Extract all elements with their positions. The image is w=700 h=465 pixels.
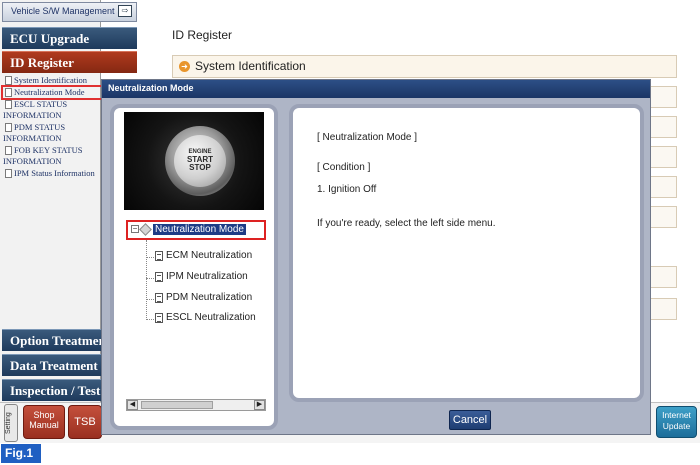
arrow-right-icon: ➜ <box>179 61 190 72</box>
sidebar-item-system-identification[interactable]: System Identification <box>3 75 101 86</box>
figure-label: Fig.1 <box>1 444 41 463</box>
document-icon <box>5 100 12 109</box>
page-title: ID Register <box>172 28 233 42</box>
tree-item-pdm-neutralization[interactable]: PDM Neutralization <box>146 292 271 306</box>
info-ignition-off: 1. Ignition Off <box>317 184 377 195</box>
menu-id-register[interactable]: ID Register <box>2 51 137 73</box>
system-identification-label: System Identification <box>195 59 306 73</box>
sidebar-item-fob-key-status[interactable]: FOB KEY STATUS INFORMATION <box>3 145 101 167</box>
tree-item-ecm-neutralization[interactable]: ECM Neutralization <box>146 250 271 264</box>
tree-root-neutralization-mode[interactable]: − Neutralization Mode <box>126 220 266 240</box>
sidebar-item-escl-status[interactable]: ESCL STATUS INFORMATION <box>3 99 101 121</box>
dialog-info-panel: [ Neutralization Mode ] [ Condition ] 1.… <box>289 104 644 402</box>
vehicle-sw-management-item[interactable]: Vehicle S/W Management ⇨ <box>2 2 137 22</box>
info-condition: [ Condition ] <box>317 162 371 173</box>
sidebar-item-neutralization-mode[interactable]: Neutralization Mode <box>1 85 103 100</box>
tsb-button[interactable]: TSB <box>68 405 102 439</box>
shop-manual-button[interactable]: Shop Manual <box>23 405 65 439</box>
neutralization-tree: − Neutralization Mode ECM Neutralization … <box>126 220 266 420</box>
cancel-button[interactable]: Cancel <box>449 410 491 430</box>
setting-tab[interactable]: Setting <box>4 404 18 442</box>
document-icon <box>5 146 12 155</box>
tree-item-ipm-neutralization[interactable]: IPM Neutralization <box>146 271 271 285</box>
tree-item-escl-neutralization[interactable]: ESCL Neutralization <box>146 312 271 326</box>
scroll-right-icon[interactable]: ▶ <box>254 400 265 410</box>
folder-diamond-icon <box>139 222 152 236</box>
scrollbar-thumb[interactable] <box>141 401 213 409</box>
dialog-title: Neutralization Mode <box>102 80 650 98</box>
document-icon <box>5 123 12 132</box>
document-icon <box>5 169 12 178</box>
sidebar-item-pdm-status[interactable]: PDM STATUS INFORMATION <box>3 122 101 144</box>
system-identification-row[interactable]: ➜ System Identification <box>172 55 677 78</box>
internet-update-button[interactable]: Internet Update <box>656 406 697 438</box>
document-icon <box>155 251 163 261</box>
horizontal-scrollbar[interactable]: ◀ ▶ <box>126 399 266 411</box>
info-instruction: If you're ready, select the left side me… <box>317 218 496 229</box>
document-icon <box>5 76 12 85</box>
sidebar-item-ipm-status[interactable]: IPM Status Information <box>3 168 101 179</box>
dialog-left-panel: ENGINE START STOP − Neutralization Mode E… <box>110 104 278 430</box>
scroll-left-icon[interactable]: ◀ <box>127 400 138 410</box>
document-icon <box>155 272 163 282</box>
neutralization-mode-dialog: Neutralization Mode ENGINE START STOP − N… <box>101 79 651 435</box>
document-icon <box>155 293 163 303</box>
forward-arrow-icon: ⇨ <box>118 5 132 17</box>
id-register-submenu: System Identification Neutralization Mod… <box>1 75 103 180</box>
engine-start-stop-knob: ENGINE START STOP <box>174 135 226 187</box>
document-icon <box>155 313 163 323</box>
info-heading: [ Neutralization Mode ] <box>317 132 418 143</box>
menu-ecu-upgrade[interactable]: ECU Upgrade <box>2 27 137 49</box>
start-stop-button-photo: ENGINE START STOP <box>124 112 264 210</box>
collapse-icon[interactable]: − <box>131 225 139 234</box>
document-icon <box>5 88 12 97</box>
